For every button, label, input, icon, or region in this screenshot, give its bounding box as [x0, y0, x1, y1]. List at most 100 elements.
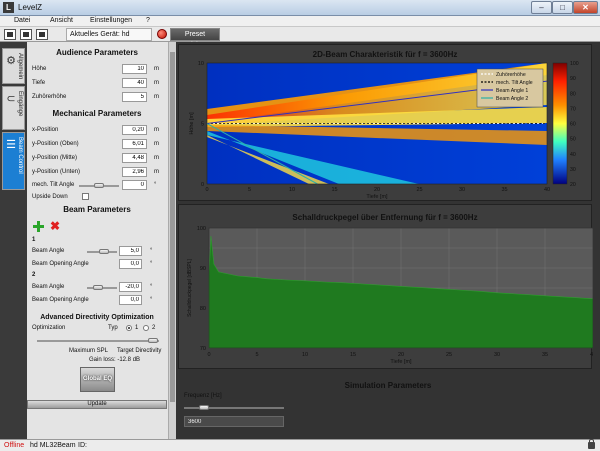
colorbar-tick: 90 [570, 76, 576, 82]
beam-2-opening-input[interactable] [119, 295, 142, 305]
heatmap-xtick: 0 [205, 187, 208, 193]
frequency-label: Frequenz [Hz] [184, 393, 222, 399]
open-folder-icon[interactable] [20, 29, 32, 40]
menu-bar: Datei Ansicht Einstellungen ? [0, 16, 600, 27]
update-button[interactable]: Update [27, 400, 167, 409]
colorbar-tick: 50 [570, 137, 576, 143]
audience-title: Audience Parameters [56, 48, 138, 57]
beam-2-angle-input[interactable] [119, 282, 142, 292]
new-file-icon[interactable] [4, 29, 16, 40]
spl-xtick: 20 [398, 352, 404, 358]
device-label-inline: Aktuelles Gerät: [70, 31, 120, 38]
optimization-slider-thumb[interactable] [147, 338, 158, 343]
menu-einstellungen[interactable]: Einstellungen [90, 17, 132, 24]
y-position-unten-unit: m [154, 169, 159, 175]
beam-1-angle-unit: ° [150, 248, 153, 254]
beam-1-opening-unit: ° [150, 261, 153, 267]
directivity-title: Advanced Directivity Optimization [40, 314, 154, 321]
y-position-oben-input[interactable] [122, 139, 147, 149]
heatmap-xtick: 30 [459, 187, 465, 193]
plus-icon[interactable] [33, 221, 44, 232]
tilt-slider-thumb[interactable] [94, 183, 104, 188]
colorbar-tick: 40 [570, 152, 576, 158]
beam-2-angle-unit: ° [150, 284, 153, 290]
y-position-mitte-unit: m [154, 155, 159, 161]
preset-save-button[interactable]: Preset speichern [170, 28, 220, 49]
status-offline: Offline [4, 442, 25, 449]
tiefe-input[interactable] [122, 78, 147, 88]
minimize-button[interactable]: – [531, 1, 552, 14]
device-selector[interactable]: Aktuelles Gerät: hd ML32Beam [66, 28, 152, 49]
beam-2-angle-label: Beam Angle [32, 284, 65, 290]
spl-xtick: 15 [350, 352, 356, 358]
parameter-panel: Audience Parameters Höhe m Tiefe m Zuhör… [27, 42, 176, 439]
main-area: 2D-Beam Charakteristik für f = 3600Hz 0 … [176, 42, 600, 439]
heatmap-xtick: 10 [289, 187, 295, 193]
hoehe-input[interactable] [122, 64, 147, 74]
save-icon[interactable] [36, 29, 48, 40]
spl-plot-panel: Schalldruckpegel über Entfernung für f =… [178, 204, 593, 369]
heatmap-ytick: 10 [198, 61, 204, 67]
spl-ytick: 70 [200, 346, 206, 352]
target-directivity-label: Target Directivity [117, 348, 162, 354]
status-id-label: ID: [78, 442, 87, 449]
colorbar [552, 62, 568, 185]
spl-ylabel: Schalldruckpegel [dBSPL] [187, 258, 193, 316]
beam-plot-panel: 2D-Beam Charakteristik für f = 3600Hz 0 … [178, 44, 592, 201]
menu-datei[interactable]: Datei [14, 17, 30, 24]
heatmap-xtick: 25 [416, 187, 422, 193]
y-position-unten-input[interactable] [122, 167, 147, 177]
tilt-input[interactable] [122, 180, 147, 190]
window-title: LevelZ [18, 3, 43, 12]
typ-label: Typ [108, 325, 118, 331]
tab-beam-control[interactable]: ☰ Beam Control [2, 132, 25, 190]
typ-radio-2[interactable] [143, 325, 149, 331]
spl-ytick: 100 [197, 226, 206, 232]
global-eq-button[interactable]: Global EQ [80, 367, 115, 392]
close-button[interactable]: ✕ [573, 1, 598, 14]
beam-1-angle-input[interactable] [119, 246, 142, 256]
tilt-label: mech. Tilt Angle [32, 182, 75, 188]
frequency-input[interactable] [184, 416, 284, 427]
simulation-title: Simulation Parameters [344, 381, 432, 390]
x-position-unit: m [154, 127, 159, 133]
panel-scrollbar-thumb[interactable] [170, 52, 175, 402]
upside-down-checkbox[interactable] [82, 193, 89, 200]
tab-allgemein[interactable]: ⚙ Allgemein [2, 48, 25, 84]
optimization-slider-track[interactable] [37, 340, 159, 342]
y-position-mitte-input[interactable] [122, 153, 147, 163]
typ-radio-1[interactable] [126, 325, 132, 331]
maximize-button[interactable]: □ [552, 1, 573, 14]
delete-icon[interactable]: ✖ [49, 220, 61, 232]
spl-xtick: 10 [302, 352, 308, 358]
record-icon[interactable] [157, 29, 167, 39]
beam-2-angle-slider-thumb[interactable] [92, 285, 103, 290]
tab-eingaenge[interactable]: ⊂ Eingänge [2, 86, 25, 130]
max-spl-label: Maximum SPL [69, 348, 109, 354]
tiefe-unit: m [154, 80, 159, 86]
tiefe-label: Tiefe [32, 80, 46, 86]
hoehe-unit: m [154, 66, 159, 72]
colorbar-tick: 20 [570, 182, 576, 188]
zuhoererhoehe-unit: m [154, 94, 159, 100]
beam-heatmap-svg: 0 5 10 15 20 25 30 35 40 0 5 10 Tiefe [m] Höhe [m] Zu… [189, 61, 579, 200]
frequency-slider-thumb[interactable] [199, 405, 209, 410]
status-device: hd ML32Beam [30, 442, 76, 449]
tilt-unit: ° [154, 182, 157, 188]
upside-down-label: Upside Down [32, 194, 68, 200]
beam-1-angle-slider-thumb[interactable] [98, 249, 109, 254]
hoehe-label: Höhe [32, 66, 47, 72]
spl-plot-svg: 0 5 10 15 20 25 30 35 40 100 90 80 70 Tiefe [m] Schall… [187, 226, 593, 365]
panel-scrollbar[interactable] [168, 42, 176, 439]
plug-icon: ⊂ [6, 93, 16, 105]
menu-help[interactable]: ? [146, 17, 150, 24]
menu-ansicht[interactable]: Ansicht [50, 17, 73, 24]
beam-1-opening-input[interactable] [119, 259, 142, 269]
zuhoererhoehe-input[interactable] [122, 92, 147, 102]
optimization-label: Optimization [32, 325, 66, 331]
heatmap-xtick: 5 [248, 187, 251, 193]
x-position-input[interactable] [122, 125, 147, 135]
lock-icon[interactable] [588, 439, 595, 449]
beam-2-opening-unit: ° [150, 297, 153, 303]
status-bar: Offline hd ML32Beam ID: [0, 439, 600, 451]
